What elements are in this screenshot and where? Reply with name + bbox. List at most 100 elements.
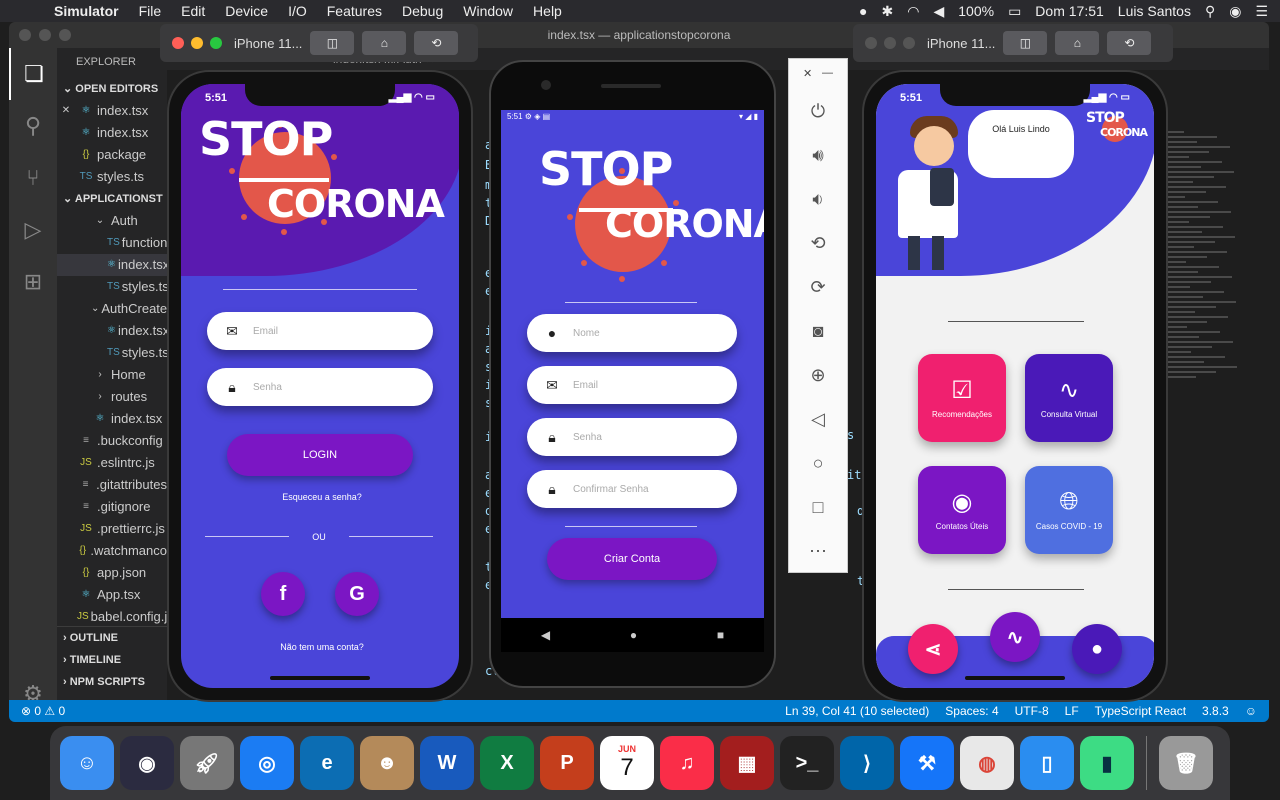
google-login-button[interactable]: G [335,572,379,616]
calendar-icon[interactable]: JUN 7 [600,736,654,790]
explorer-icon[interactable]: ❏ [9,48,57,100]
signup-link[interactable]: Não tem uma conta? [181,642,459,652]
vscode-icon[interactable]: ⟩ [840,736,894,790]
file-tree-item[interactable]: › Home [57,364,167,386]
profile-button[interactable]: ● [1072,624,1122,674]
open-editor-item[interactable]: ✕ ⚛ index.tsx [57,100,167,122]
file-tree-item[interactable]: {} .watchmanco [57,540,167,562]
safari-icon[interactable]: ◎ [240,736,294,790]
npm-scripts-section[interactable]: › NPM SCRIPTS [57,671,167,693]
minimize-dot[interactable] [39,29,51,41]
xcode-icon[interactable]: ⚒ [900,736,954,790]
email-field[interactable]: ✉ Email [207,312,433,350]
menu-io[interactable]: I/O [278,3,317,19]
file-tree-item[interactable]: ≡ .buckconfig [57,430,167,452]
overview-icon[interactable]: □ [789,485,847,529]
siri-icon[interactable]: ◉ [120,736,174,790]
home-icon[interactable]: ⌂ [362,31,407,55]
control-center-icon[interactable]: ☰ [1255,3,1268,20]
cursor-position[interactable]: Ln 39, Col 41 (10 selected) [785,700,929,722]
edge-icon[interactable]: e [300,736,354,790]
file-tree-item[interactable]: ⚛ App.tsx [57,584,167,606]
word-icon[interactable]: W [420,736,474,790]
login-button[interactable]: LOGIN [227,434,413,476]
zoom-icon[interactable]: ⊕ [789,353,847,397]
forgot-password-link[interactable]: Esqueceu a senha? [181,492,459,502]
close-icon[interactable]: ✕ [803,67,812,89]
powerpoint-icon[interactable]: P [540,736,594,790]
file-tree-item[interactable]: ≡ .gitattributes [57,474,167,496]
zoom-dot[interactable] [210,37,222,49]
menu-file[interactable]: File [129,3,172,19]
siri-icon[interactable]: ◉ [1229,3,1241,20]
tile-consulta-virtual[interactable]: ∿ Consulta Virtual [1025,354,1113,442]
file-tree-item[interactable]: {} app.json [57,562,167,584]
power-icon[interactable]: ⏻ [789,89,847,133]
volume-icon[interactable]: ◀ [933,3,944,20]
file-tree-item[interactable]: ⚛ index.tsx [57,320,167,342]
ts-version[interactable]: 3.8.3 [1202,700,1229,722]
menu-edit[interactable]: Edit [171,3,215,19]
file-tree-item[interactable]: TS styles.ts [57,342,167,364]
home-icon[interactable]: ● [630,628,637,642]
outline-section[interactable]: › OUTLINE [57,627,167,649]
battery-percent[interactable]: 100% [958,3,994,19]
music-icon[interactable]: ♫ [660,736,714,790]
tile-recomendacoes[interactable]: ☑ Recomendações [918,354,1006,442]
volume-down-icon[interactable]: 🔉︎ [789,177,847,221]
source-control-icon[interactable]: ⑂ [9,152,57,204]
menubar-user[interactable]: Luis Santos [1118,3,1191,19]
trash-icon[interactable]: 🗑︎ [1159,736,1213,790]
launchpad-icon[interactable]: 🚀︎ [180,736,234,790]
photo-booth-icon[interactable]: ▦ [720,736,774,790]
file-tree-item[interactable]: ⚛ index.tsx [57,254,167,276]
open-editor-item[interactable]: ⚛ index.tsx [57,122,167,144]
open-editor-item[interactable]: {} package [57,144,167,166]
excel-icon[interactable]: X [480,736,534,790]
minimize-dot[interactable] [191,37,203,49]
email-field[interactable]: ✉ Email [527,366,737,404]
feedback-icon[interactable]: ☺ [1245,700,1257,722]
chrome-icon[interactable]: ◍ [960,736,1014,790]
search-icon[interactable]: ⚲ [9,100,57,152]
line-ending[interactable]: LF [1065,700,1079,722]
indent-setting[interactable]: Spaces: 4 [945,700,998,722]
confirm-password-field[interactable]: 🔒︎ Confirmar Senha [527,470,737,508]
rotate-icon[interactable]: ⟲ [414,31,459,55]
zoom-dot[interactable] [903,37,915,49]
extensions-icon[interactable]: ⊞ [9,256,57,308]
terminal-icon[interactable]: >_ [780,736,834,790]
run-debug-icon[interactable]: ▷ [9,204,57,256]
minimap[interactable] [1157,128,1247,408]
menu-window[interactable]: Window [453,3,523,19]
file-tree-item[interactable]: ⌄ Auth [57,210,167,232]
close-dot[interactable] [172,37,184,49]
zoom-dot[interactable] [59,29,71,41]
recents-icon[interactable]: ■ [717,628,724,642]
menubar-clock[interactable]: Dom 17:51 [1035,3,1103,19]
minimize-icon[interactable]: — [822,67,833,89]
tile-casos-covid[interactable]: 🌐︎ Casos COVID - 19 [1025,466,1113,554]
menu-app-simulator[interactable]: Simulator [44,3,129,19]
back-icon[interactable]: ◀ [541,628,550,642]
heartbeat-button[interactable]: ∿ [990,612,1040,662]
timeline-section[interactable]: › TIMELINE [57,649,167,671]
screenshot-icon[interactable]: ◫ [1003,31,1048,55]
close-dot[interactable] [19,29,31,41]
create-account-button[interactable]: Criar Conta [547,538,717,580]
wifi-icon[interactable]: ◠ [907,3,919,20]
contacts-icon[interactable]: ☻ [360,736,414,790]
tile-contatos-uteis[interactable]: ◉ Contatos Úteis [918,466,1006,554]
more-icon[interactable]: ⋯ [789,529,847,573]
share-button[interactable]: ⋖ [908,624,958,674]
menu-debug[interactable]: Debug [392,3,453,19]
problems-count[interactable]: ⊗ 0 ⚠ 0 [21,700,65,722]
minimize-dot[interactable] [884,37,896,49]
android-studio-icon[interactable]: ▮ [1080,736,1134,790]
volume-up-icon[interactable]: 🔊︎ [789,133,847,177]
menu-features[interactable]: Features [317,3,392,19]
close-dot[interactable] [865,37,877,49]
file-tree-item[interactable]: TS styles.ts [57,276,167,298]
file-tree-item[interactable]: ⚛ index.tsx [57,408,167,430]
file-tree-item[interactable]: TS function [57,232,167,254]
